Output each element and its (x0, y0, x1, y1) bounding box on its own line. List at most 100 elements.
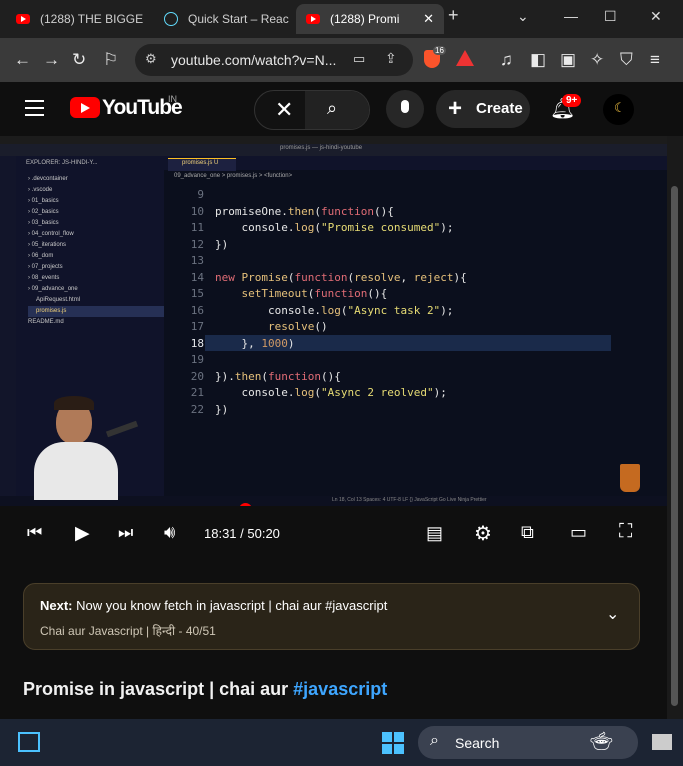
tab-title: (1288) Promi (330, 12, 400, 26)
plus-icon: + (448, 95, 463, 122)
explorer-file-item[interactable]: › 03_basics (28, 218, 164, 229)
moon-icon: ☾ (614, 100, 626, 115)
play-icon[interactable]: ▶ (75, 522, 90, 545)
windows-taskbar: ⌕ Search 🍲︎ (0, 719, 683, 766)
previous-icon[interactable]: ⏮ (27, 523, 42, 543)
explorer-file-item[interactable]: ApiRequest.html (28, 295, 164, 306)
hamburger-menu-icon[interactable] (25, 100, 44, 116)
next-title: Now you know fetch in javascript | chai … (76, 598, 388, 613)
next-icon[interactable]: ⏭ (118, 523, 133, 543)
line-number: 16 (190, 303, 204, 317)
chai-cup-icon (620, 464, 640, 492)
new-tab-icon[interactable]: + (448, 5, 459, 26)
explorer-file-item[interactable]: › 07_projects (28, 262, 164, 273)
tab-3-active[interactable]: (1288) Promi ✕ (296, 4, 444, 34)
video-player[interactable]: promises.js — js-hindi-youtube EXPLORER:… (0, 136, 667, 559)
line-number: 17 (190, 320, 204, 333)
url-text: youtube.com/watch?v=N... (171, 52, 337, 68)
tab-2[interactable]: Quick Start – Reac (160, 4, 294, 34)
task-view-icon[interactable] (652, 734, 672, 750)
maximize-icon[interactable]: ☐ (604, 8, 617, 25)
chevron-down-icon[interactable]: ⌄ (606, 604, 619, 624)
miniplayer-icon[interactable]: ⧉ (521, 522, 534, 543)
explorer-file-item[interactable]: › 09_advance_one (28, 284, 164, 295)
site-settings-icon[interactable]: ⚙ (145, 51, 157, 67)
video-title-text: Promise in javascript | chai aur (23, 679, 294, 699)
line-number: 18 (190, 336, 204, 350)
status-bar: Ln 18, Col 13 Spaces: 4 UTF-8 LF {} Java… (332, 497, 487, 503)
close-tab-icon[interactable]: ✕ (423, 11, 434, 27)
browser-toolbar: ← → ↻ ⚐ ⚙ youtube.com/watch?v=N... ▭ ⇪ 1… (0, 38, 683, 82)
line-number: 9 (197, 188, 204, 201)
line-number: 12 (190, 237, 204, 251)
explorer-file-item[interactable]: README.md (28, 317, 164, 328)
brave-rewards-icon[interactable] (456, 50, 474, 66)
address-bar[interactable]: ⚙ youtube.com/watch?v=N... ▭ ⇪ (135, 44, 413, 76)
line-number: 19 (190, 353, 204, 366)
editor-tab-label: promises.js U (182, 160, 219, 166)
music-icon[interactable]: ♫ (500, 50, 513, 70)
explorer-file-item[interactable]: › 05_iterations (28, 240, 164, 251)
fullscreen-icon[interactable]: ⛶ (619, 521, 632, 543)
explorer-title: EXPLORER: JS-HINDI-Y... (26, 160, 98, 166)
browser-tab-bar: (1288) THE BIGGE Quick Start – Reac (128… (0, 0, 683, 38)
explorer-file-item[interactable]: › 06_dom (28, 251, 164, 262)
line-number: 22 (190, 402, 204, 416)
vpn-icon[interactable]: ⛉ (620, 50, 633, 70)
line-number: 13 (190, 254, 204, 267)
page-scrollbar[interactable] (667, 136, 683, 719)
theater-mode-icon[interactable]: ▭ (570, 522, 587, 543)
voice-search-button[interactable] (386, 90, 424, 128)
tab-title: Quick Start – Reac (188, 12, 289, 26)
next-prefix: Next: (40, 598, 73, 613)
explorer-file-item[interactable]: › .vscode (28, 185, 164, 196)
avatar[interactable]: ☾ (603, 94, 634, 125)
sidebar-icon[interactable]: ◧ (530, 50, 546, 70)
line-numbers: 9 10 11 12 13 14 15 16 17 18 19 20 21 22 (184, 187, 204, 418)
captions-icon[interactable]: ▤ (426, 523, 443, 544)
youtube-logo-icon[interactable] (70, 97, 100, 118)
search-button[interactable]: ⌕ (305, 91, 369, 129)
time-display: 18:31 / 50:20 (204, 526, 280, 541)
explorer-file-item[interactable]: › 08_events (28, 273, 164, 284)
minimize-icon[interactable]: — (564, 8, 578, 24)
line-number: 21 (190, 386, 204, 399)
tab-title: (1288) THE BIGGE (40, 12, 144, 26)
cast-icon[interactable]: ▭ (353, 51, 365, 67)
windows-start-icon[interactable] (382, 732, 404, 754)
up-next-card[interactable]: Next: Now you know fetch in javascript |… (23, 583, 640, 650)
presenter-webcam (20, 394, 140, 500)
reload-icon[interactable]: ↻ (72, 50, 86, 70)
video-title-hashtag[interactable]: #javascript (293, 679, 387, 699)
close-window-icon[interactable]: ✕ (650, 8, 662, 25)
forward-icon[interactable]: → (43, 50, 60, 70)
explorer-file-item[interactable]: › 04_control_flow (28, 229, 164, 240)
explorer-file-item[interactable]: › .devcontainer (28, 174, 164, 185)
widgets-icon[interactable] (18, 732, 40, 752)
wallet-icon[interactable]: ▣ (560, 50, 576, 70)
taskbar-search[interactable]: ⌕ Search 🍲︎ (418, 726, 638, 759)
back-icon[interactable]: ← (14, 50, 31, 70)
chevron-down-icon[interactable]: ⌄ (517, 8, 529, 25)
search-icon: ⌕ (327, 98, 338, 118)
share-icon[interactable]: ⇪ (385, 50, 397, 67)
microphone-icon (401, 100, 409, 113)
settings-gear-icon[interactable]: ⚙ (474, 521, 492, 546)
breadcrumb: 09_advance_one > promises.js > <function… (174, 173, 293, 179)
line-number: 10 (190, 204, 204, 218)
menu-icon[interactable]: ≡ (650, 50, 660, 70)
search-box[interactable]: ✕ ⌕ (254, 90, 370, 130)
explorer-file-item[interactable]: › 01_basics (28, 196, 164, 207)
line-number: 20 (190, 369, 204, 383)
explorer-file-item[interactable]: promises.js (28, 306, 164, 317)
react-icon (164, 12, 178, 26)
tab-1[interactable]: (1288) THE BIGGE (8, 4, 156, 34)
create-label: Create (476, 100, 523, 117)
create-button[interactable]: + Create (436, 90, 530, 128)
bookmark-icon[interactable]: ⚐ (103, 50, 118, 70)
explorer-file-item[interactable]: › 02_basics (28, 207, 164, 218)
brave-badge: 16 (433, 46, 446, 55)
clear-search-icon[interactable]: ✕ (275, 97, 293, 123)
volume-icon[interactable]: 🔊︎ (164, 522, 175, 543)
leo-ai-icon[interactable]: ✧ (590, 50, 604, 70)
